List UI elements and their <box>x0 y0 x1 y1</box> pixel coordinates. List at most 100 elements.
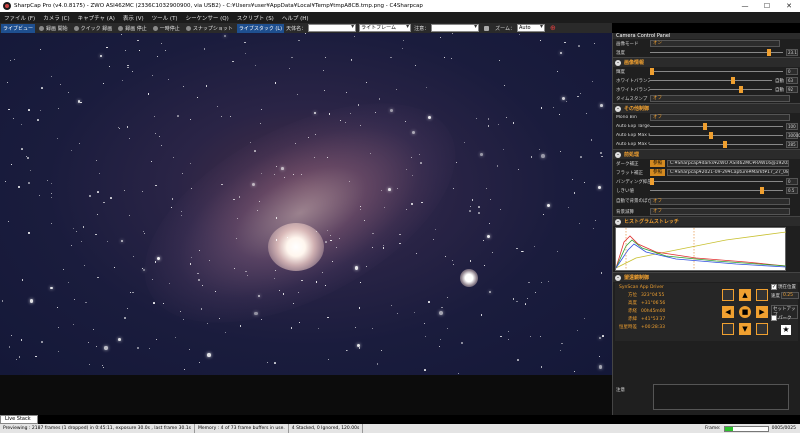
bg-subtract-select[interactable]: オフ <box>650 208 790 215</box>
menu-scripting[interactable]: スクリプト (S) <box>237 14 274 22</box>
star <box>129 292 131 293</box>
star <box>59 83 61 86</box>
arrow-right-icon[interactable]: ▶ <box>756 306 768 318</box>
arrow-up-left-icon[interactable] <box>722 289 734 301</box>
star <box>104 346 108 350</box>
star <box>453 264 455 266</box>
minimize-button[interactable]: — <box>734 0 756 12</box>
wb-blue-auto[interactable]: 自動 <box>775 87 784 93</box>
notes-edit-button[interactable] <box>482 24 493 33</box>
section-image[interactable]: – 画像情報 <box>613 57 800 67</box>
star <box>113 267 115 268</box>
ae-max-exp-slider[interactable] <box>650 132 783 139</box>
arrow-down-icon[interactable]: ▼ <box>739 323 751 335</box>
section-telescope[interactable]: – 望遠鏡制御 <box>613 272 800 282</box>
star <box>479 153 483 156</box>
star <box>132 291 134 294</box>
star <box>439 339 442 341</box>
timestamp-select[interactable]: オフ <box>650 95 790 102</box>
close-button[interactable]: ✕ <box>778 0 800 12</box>
sharpcap-app-icon <box>3 2 11 10</box>
star <box>584 317 586 319</box>
flat-browse-button[interactable]: 参照 <box>650 169 665 176</box>
dark-row: ダーク補正 参照 C:¥Sharpcap¥darks¥ZWO ASI462MC¥… <box>613 159 800 168</box>
quick-capture-button[interactable]: クイック 録画 <box>72 24 115 33</box>
star <box>379 98 381 100</box>
brightness-slider[interactable] <box>650 68 783 75</box>
notes-textarea[interactable] <box>653 384 789 410</box>
star <box>56 307 58 309</box>
image-viewport[interactable] <box>0 33 612 375</box>
wb-blue-value: 92 <box>786 86 798 93</box>
bg-blur-select[interactable]: オフ <box>650 197 790 205</box>
collapse-icon: – <box>615 274 621 281</box>
star <box>57 326 60 329</box>
star <box>205 85 208 87</box>
pause-button[interactable]: 一時停止 <box>151 24 182 33</box>
dark-browse-button[interactable]: 参照 <box>650 160 665 167</box>
star <box>526 298 528 300</box>
stop-capture-button[interactable]: 録画 停止 <box>116 24 149 33</box>
reticle-button[interactable]: ⊕ <box>548 24 558 33</box>
quick-capture-label: クイック 録画 <box>80 25 113 32</box>
arrow-left-icon[interactable]: ◀ <box>722 306 734 318</box>
arrow-up-icon[interactable]: ▲ <box>739 289 751 301</box>
star <box>458 372 460 374</box>
ae-max-gain-slider[interactable] <box>650 141 783 148</box>
zoom-select[interactable]: Auto <box>517 24 545 32</box>
section-histogram[interactable]: – ヒストグラムストレッチ <box>613 216 800 226</box>
star <box>579 92 581 94</box>
star <box>254 65 256 67</box>
flat-file-path[interactable]: C:¥Sharpcap¥2021-09-29¥Capture¥Markt¥17_… <box>667 169 789 176</box>
mono-bin-select[interactable]: オフ <box>650 114 790 121</box>
star <box>288 67 290 69</box>
star <box>539 335 542 337</box>
arrow-down-right-icon[interactable] <box>756 323 768 335</box>
start-capture-label: 録画 開始 <box>46 25 68 32</box>
maximize-button[interactable]: ☐ <box>756 0 778 12</box>
wb-blue-slider[interactable] <box>650 86 772 93</box>
menu-tools[interactable]: ツール (T) <box>152 14 178 22</box>
frame-type-select[interactable]: ライトフレーム <box>359 24 412 32</box>
star <box>578 222 581 225</box>
snapshot-button[interactable]: スナップショット <box>184 24 235 33</box>
live-stack-tab[interactable]: Live Stack <box>0 415 38 424</box>
menu-file[interactable]: ファイル (F) <box>4 14 35 22</box>
wb-red-auto[interactable]: 自動 <box>775 78 784 84</box>
start-capture-button[interactable]: 録画 開始 <box>37 24 70 33</box>
temperature-slider[interactable] <box>650 49 783 56</box>
histogram-plot[interactable] <box>615 227 786 271</box>
menu-help[interactable]: ヘルプ (H) <box>282 14 309 22</box>
star <box>327 316 329 318</box>
arrow-up-right-icon[interactable] <box>756 289 768 301</box>
notes-input[interactable] <box>431 24 480 32</box>
banding-slider[interactable] <box>650 178 783 185</box>
menu-view[interactable]: 表示 (V) <box>123 14 144 22</box>
star <box>148 348 150 350</box>
star <box>235 238 237 240</box>
stop-slew-icon[interactable]: ■ <box>739 306 751 318</box>
target-name-input[interactable] <box>308 24 357 32</box>
threshold-slider[interactable] <box>650 187 783 194</box>
ae-target-slider[interactable] <box>650 123 783 130</box>
star <box>573 192 576 194</box>
live-stack-button[interactable]: ライブスタック (L) <box>236 23 285 33</box>
rate-select[interactable]: 0.25 <box>781 292 799 299</box>
dark-file-path[interactable]: C:¥Sharpcap¥darks¥ZWO ASI462MC¥RAW16@192… <box>667 160 789 167</box>
image-mode-select[interactable]: オン <box>650 40 780 47</box>
wb-red-slider[interactable] <box>650 77 772 84</box>
menu-sequencer[interactable]: シーケンサー (Q) <box>186 14 229 22</box>
arrow-down-left-icon[interactable] <box>722 323 734 335</box>
star <box>484 265 486 266</box>
live-view-button[interactable]: ライブビュー <box>1 23 36 33</box>
star-icon[interactable]: ★ <box>781 325 791 335</box>
star <box>73 298 75 300</box>
tracking-checkbox[interactable]: ✓ <box>771 284 777 290</box>
park-checkbox[interactable] <box>771 315 777 321</box>
star <box>51 223 53 225</box>
menu-capture[interactable]: キャプチャ (A) <box>78 14 115 22</box>
star <box>296 93 298 95</box>
section-thermal[interactable]: – その他制御 <box>613 103 800 113</box>
section-preprocessing[interactable]: – 前処理 <box>613 149 800 159</box>
menu-camera[interactable]: カメラ (C) <box>43 14 69 22</box>
